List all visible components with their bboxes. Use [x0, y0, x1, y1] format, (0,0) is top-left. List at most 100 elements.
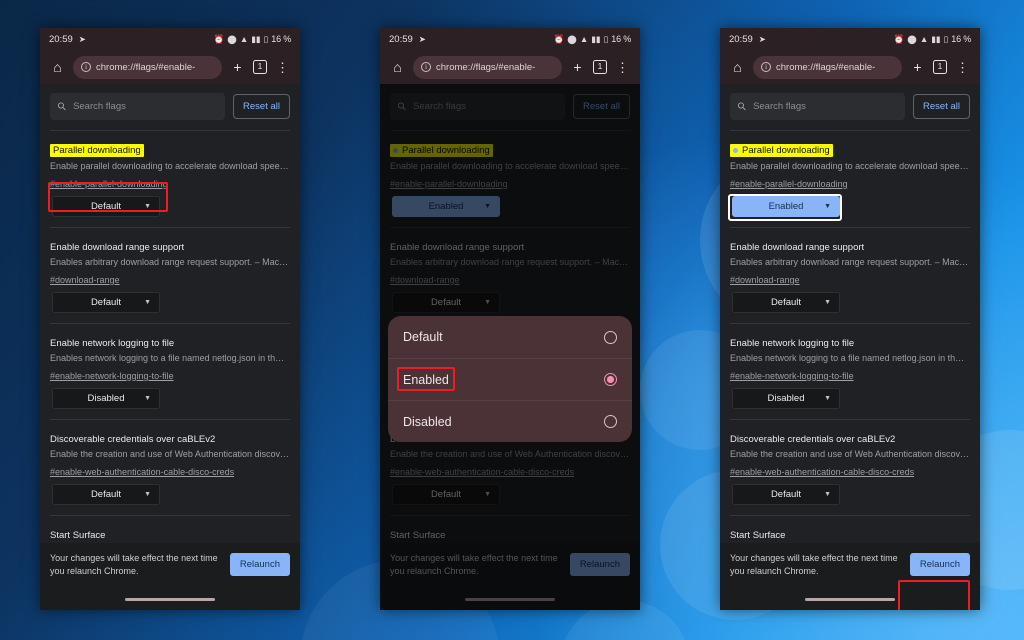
alarm-icon: ⏰ — [893, 33, 905, 44]
flag-title: Parallel downloading — [730, 144, 833, 157]
browser-toolbar: ⌂ i chrome://flags/#enable- + 1 ⋮ — [380, 50, 640, 84]
dialog-option-enabled[interactable]: Enabled — [388, 358, 632, 400]
radio-button-icon[interactable] — [604, 415, 617, 428]
address-bar-url: chrome://flags/#enable- — [96, 61, 196, 73]
status-bar: 20:59 ➤ ⏰ ⬤ ▲ ▮▮ ▯ 16 % — [380, 28, 640, 50]
flag-title: Enable download range support — [50, 242, 185, 253]
annotation-box-enabled — [397, 367, 455, 391]
address-bar-url: chrome://flags/#enable- — [436, 61, 536, 73]
status-bar: 20:59 ➤ ⏰ ⬤ ▲ ▮▮ ▯ 16 % — [40, 28, 300, 50]
nav-gesture-pill[interactable] — [125, 597, 215, 601]
flags-page: ⚲ Search flags Reset all Parallel downlo… — [720, 84, 980, 610]
radio-button-icon[interactable] — [604, 330, 617, 344]
info-icon[interactable]: i — [81, 62, 91, 72]
reset-all-button[interactable]: Reset all — [913, 94, 970, 119]
flag-row-download-range: Enable download range support Enables ar… — [50, 227, 290, 323]
flag-description: Enable parallel downloading to accelerat… — [730, 161, 969, 171]
alarm-icon: ⏰ — [213, 33, 225, 44]
info-icon[interactable]: i — [421, 62, 431, 72]
network-logging-select[interactable]: Disabled ▼ — [732, 388, 840, 409]
nav-gesture-pill[interactable] — [805, 597, 895, 601]
navigation-arrow-icon: ➤ — [758, 33, 766, 44]
flag-row-network-logging: Enable network logging to file Enables n… — [730, 323, 970, 419]
phone-screenshot-step-2: 20:59 ➤ ⏰ ⬤ ▲ ▮▮ ▯ 16 % ⌂ i chrome://fla… — [380, 28, 640, 610]
plus-icon[interactable]: + — [229, 59, 246, 76]
tab-switcher-button[interactable]: 1 — [933, 60, 947, 74]
more-vertical-icon[interactable]: ⋮ — [274, 59, 291, 76]
tab-switcher-button[interactable]: 1 — [593, 60, 607, 74]
flag-anchor-link[interactable]: #enable-network-logging-to-file — [730, 371, 854, 381]
status-bar: 20:59 ➤ ⏰ ⬤ ▲ ▮▮ ▯ 16 % — [720, 28, 980, 50]
flags-page: ⚲ Search flags Reset all Parallel downlo… — [380, 84, 640, 610]
flag-title: Parallel downloading — [50, 144, 144, 157]
home-icon[interactable]: ⌂ — [49, 59, 66, 76]
address-bar[interactable]: i chrome://flags/#enable- — [73, 55, 222, 79]
vibrate-icon: ⬤ — [567, 33, 577, 44]
dialog-option-default[interactable]: Default — [388, 316, 632, 358]
dialog-option-disabled[interactable]: Disabled — [388, 400, 632, 442]
flag-title: Discoverable credentials over caBLEv2 — [50, 434, 216, 445]
phone-screenshot-step-3: 20:59 ➤ ⏰ ⬤ ▲ ▮▮ ▯ 16 % ⌂ i chrome://fla… — [720, 28, 980, 610]
modified-dot-icon — [733, 148, 738, 153]
chevron-down-icon: ▼ — [144, 395, 151, 402]
flag-anchor-link[interactable]: #enable-parallel-downloading — [730, 179, 848, 189]
relaunch-button[interactable]: Relaunch — [229, 553, 290, 577]
address-bar[interactable]: i chrome://flags/#enable- — [413, 55, 562, 79]
plus-icon[interactable]: + — [909, 59, 926, 76]
system-nav-bar — [720, 588, 980, 610]
chevron-down-icon: ▼ — [824, 491, 831, 498]
flag-anchor-link[interactable]: #enable-web-authentication-cable-disco-c… — [50, 467, 234, 477]
parallel-downloading-select[interactable]: Default ▼ — [52, 196, 160, 217]
plus-icon[interactable]: + — [569, 59, 586, 76]
select-value: Default — [90, 201, 122, 212]
cablev2-select[interactable]: Default ▼ — [52, 484, 160, 505]
search-icon: ⚲ — [735, 99, 750, 114]
download-range-select[interactable]: Default ▼ — [52, 292, 160, 313]
status-time: 20:59 — [389, 33, 413, 45]
search-flags-box[interactable]: ⚲ Search flags — [50, 93, 226, 120]
navigation-arrow-icon: ➤ — [78, 33, 86, 44]
home-icon[interactable]: ⌂ — [729, 59, 746, 76]
flag-description: Enable the creation and use of Web Authe… — [730, 449, 969, 459]
flag-title-text: Parallel downloading — [742, 145, 830, 156]
cablev2-select[interactable]: Default ▼ — [732, 484, 840, 505]
status-time: 20:59 — [49, 33, 73, 45]
relaunch-bar: Your changes will take effect the next t… — [40, 542, 300, 588]
flag-anchor-link[interactable]: #enable-web-authentication-cable-disco-c… — [730, 467, 914, 477]
home-icon[interactable]: ⌂ — [389, 59, 406, 76]
signal-icon: ▮▮ — [251, 33, 261, 44]
signal-icon: ▮▮ — [931, 33, 941, 44]
download-range-select[interactable]: Default ▼ — [732, 292, 840, 313]
flag-anchor-link[interactable]: #download-range — [50, 275, 120, 285]
reset-all-button[interactable]: Reset all — [233, 94, 290, 119]
vibrate-icon: ⬤ — [907, 33, 917, 44]
flag-title: Discoverable credentials over caBLEv2 — [730, 434, 896, 445]
info-icon[interactable]: i — [761, 62, 771, 72]
parallel-downloading-select[interactable]: Enabled ▼ — [732, 196, 840, 217]
flag-anchor-link[interactable]: #download-range — [730, 275, 800, 285]
address-bar[interactable]: i chrome://flags/#enable- — [753, 55, 902, 79]
tab-switcher-button[interactable]: 1 — [253, 60, 267, 74]
vibrate-icon: ⬤ — [227, 33, 237, 44]
flag-title: Start Surface — [730, 530, 786, 541]
select-value: Default — [90, 297, 122, 308]
select-value: Default — [770, 297, 802, 308]
more-vertical-icon[interactable]: ⋮ — [954, 59, 971, 76]
network-logging-select[interactable]: Disabled ▼ — [52, 388, 160, 409]
select-value: Default — [770, 489, 802, 500]
radio-button-icon[interactable] — [604, 373, 617, 386]
dialog-option-label: Disabled — [403, 414, 452, 429]
flags-list: Parallel downloading Enable parallel dow… — [720, 130, 980, 610]
relaunch-button[interactable]: Relaunch — [909, 553, 970, 577]
battery-percent: 16 % — [611, 34, 631, 44]
flag-anchor-link[interactable]: #enable-network-logging-to-file — [50, 371, 174, 381]
browser-toolbar: ⌂ i chrome://flags/#enable- + 1 ⋮ — [40, 50, 300, 84]
wifi-icon: ▲ — [239, 33, 249, 44]
flag-description: Enables arbitrary download range request… — [730, 257, 969, 267]
flag-anchor-link[interactable]: #enable-parallel-downloading — [50, 179, 168, 189]
search-flags-box[interactable]: ⚲ Search flags — [730, 93, 906, 120]
chevron-down-icon: ▼ — [824, 395, 831, 402]
chevron-down-icon: ▼ — [144, 491, 151, 498]
select-value: Disabled — [767, 393, 805, 404]
more-vertical-icon[interactable]: ⋮ — [614, 59, 631, 76]
